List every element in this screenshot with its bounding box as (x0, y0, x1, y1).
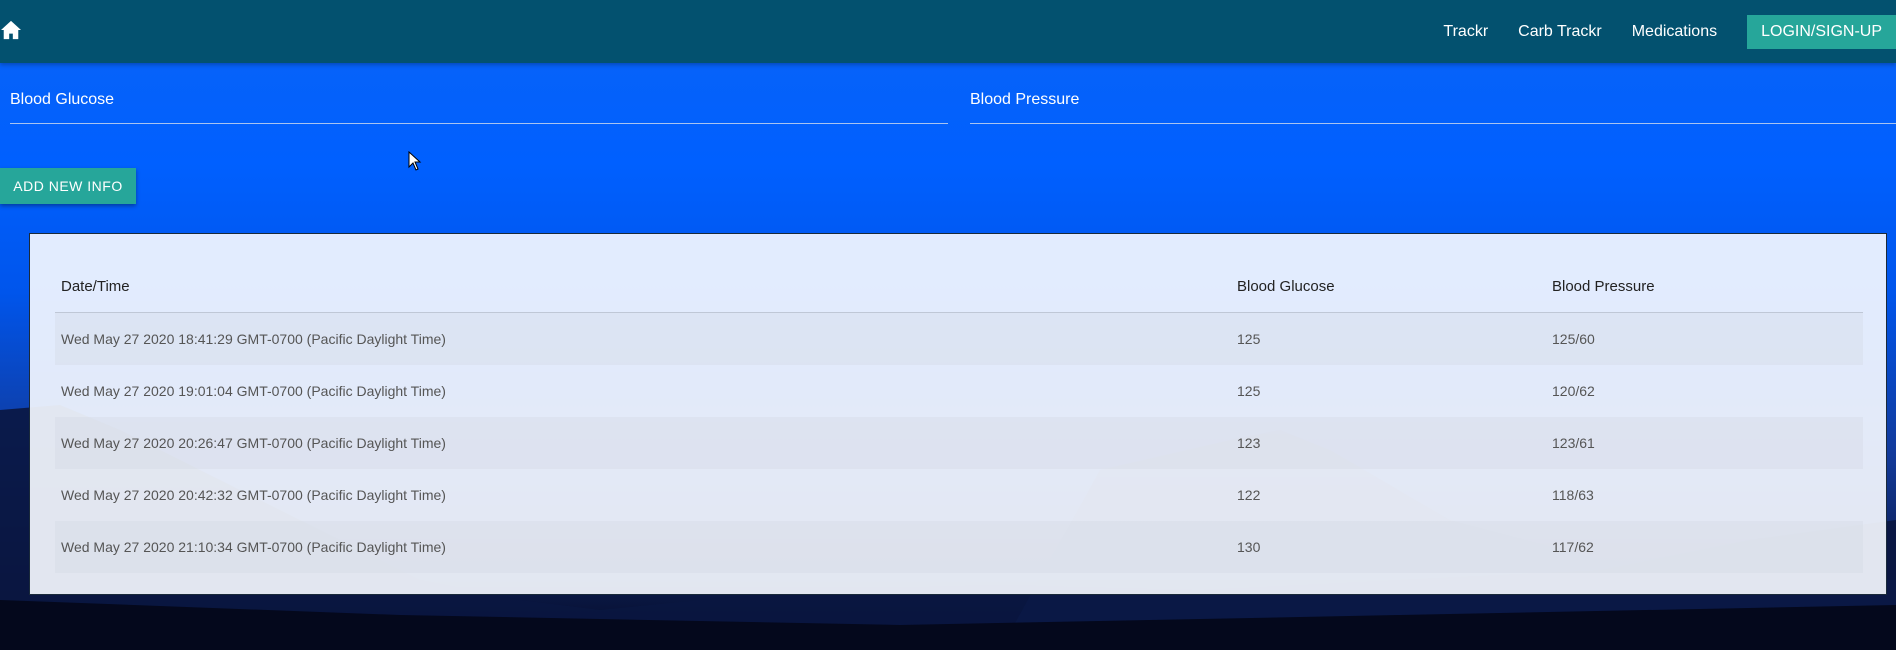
cell-blood-pressure: 123/61 (1552, 435, 1595, 451)
nav-link-medications[interactable]: Medications (1617, 23, 1732, 41)
nav-link-carb-trackr[interactable]: Carb Trackr (1503, 23, 1617, 41)
table-header-row: Date/Time Blood Glucose Blood Pressure (55, 260, 1863, 313)
cell-blood-glucose: 123 (1237, 435, 1261, 451)
add-new-info-button[interactable]: ADD NEW INFO (0, 168, 136, 204)
table-row: Wed May 27 2020 20:26:47 GMT-0700 (Pacif… (55, 417, 1863, 469)
cell-blood-pressure: 120/62 (1552, 383, 1595, 399)
cell-blood-glucose: 130 (1237, 539, 1261, 555)
cell-blood-glucose: 125 (1237, 383, 1261, 399)
header-blood-pressure: Blood Pressure (1546, 260, 1863, 313)
cell-date-time: Wed May 27 2020 20:42:32 GMT-0700 (Pacif… (61, 487, 446, 503)
cell-blood-glucose: 122 (1237, 487, 1261, 503)
cell-blood-pressure: 118/63 (1552, 487, 1594, 503)
table-row: Wed May 27 2020 19:01:04 GMT-0700 (Pacif… (55, 365, 1863, 417)
nav-link-trackr[interactable]: Trackr (1428, 23, 1503, 41)
header-blood-glucose: Blood Glucose (1231, 260, 1546, 313)
readings-table: Date/Time Blood Glucose Blood Pressure W… (55, 260, 1863, 573)
cell-date-time: Wed May 27 2020 20:26:47 GMT-0700 (Pacif… (61, 435, 446, 451)
mouse-cursor-icon (408, 151, 422, 171)
cell-date-time: Wed May 27 2020 21:10:34 GMT-0700 (Pacif… (61, 539, 446, 555)
login-signup-button[interactable]: LOGIN/SIGN-UP (1747, 14, 1896, 49)
cell-date-time: Wed May 27 2020 18:41:29 GMT-0700 (Pacif… (61, 331, 446, 347)
home-icon[interactable] (0, 20, 22, 40)
nav-links: Trackr Carb Trackr Medications LOGIN/SIG… (1428, 0, 1896, 63)
readings-card: Date/Time Blood Glucose Blood Pressure W… (29, 233, 1887, 595)
navbar: Trackr Carb Trackr Medications LOGIN/SIG… (0, 0, 1896, 63)
blood-pressure-input[interactable] (970, 85, 1896, 115)
blood-glucose-field (10, 85, 948, 124)
cell-date-time: Wed May 27 2020 19:01:04 GMT-0700 (Pacif… (61, 383, 446, 399)
table-row: Wed May 27 2020 20:42:32 GMT-0700 (Pacif… (55, 469, 1863, 521)
cell-blood-pressure: 125/60 (1552, 331, 1595, 347)
table-row: Wed May 27 2020 18:41:29 GMT-0700 (Pacif… (55, 312, 1863, 365)
table-row: Wed May 27 2020 21:10:34 GMT-0700 (Pacif… (55, 521, 1863, 573)
blood-glucose-input[interactable] (10, 85, 948, 115)
header-date-time: Date/Time (55, 260, 1231, 313)
cell-blood-glucose: 125 (1237, 331, 1261, 347)
blood-pressure-field (970, 85, 1896, 124)
cell-blood-pressure: 117/62 (1552, 539, 1594, 555)
